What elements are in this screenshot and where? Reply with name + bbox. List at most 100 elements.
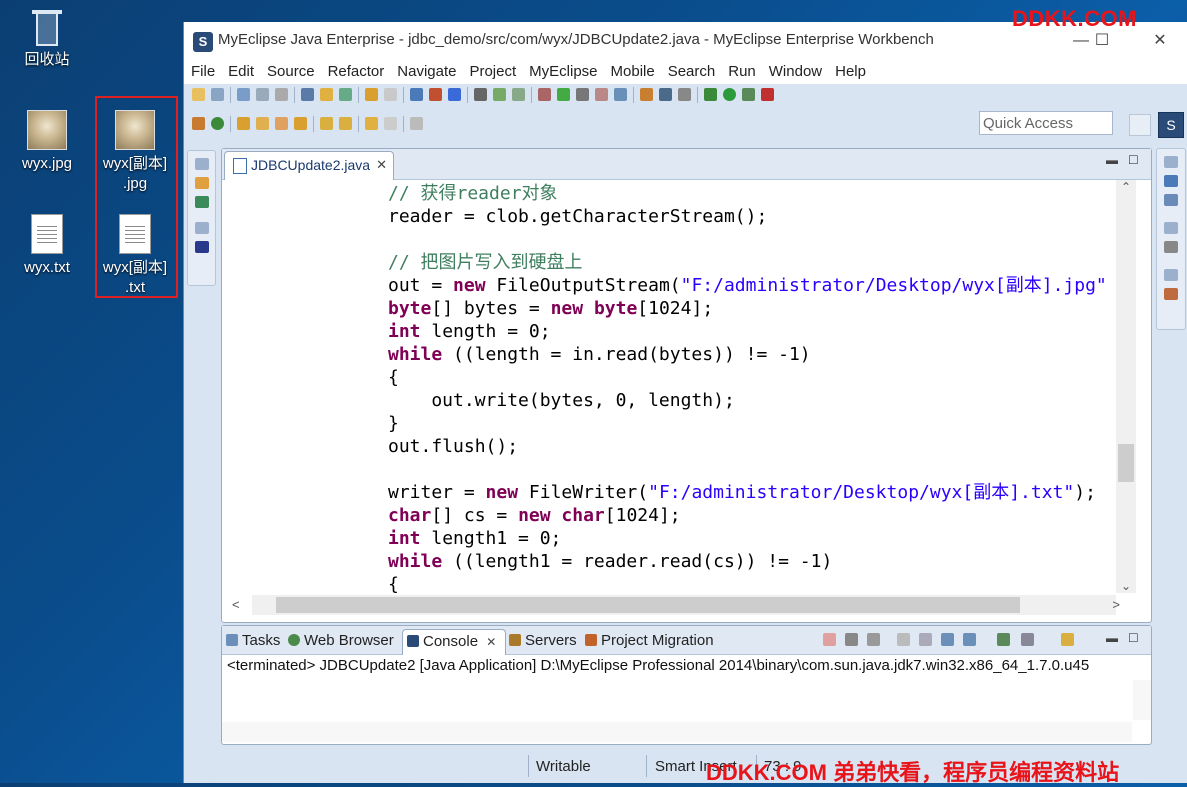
menu-edit[interactable]: Edit [221,60,260,84]
run-ext-icon[interactable] [742,88,755,101]
restore-icon[interactable] [1164,222,1178,234]
scroll-up-icon[interactable]: ⌃ [1116,180,1136,194]
terminate-icon[interactable] [823,633,836,646]
tab-jdbcupdate2[interactable]: JDBCUpdate2.java ✕ [224,151,394,180]
menu-refactor[interactable]: Refactor [321,60,391,84]
properties-icon[interactable] [1164,241,1178,253]
outline-icon[interactable] [1164,175,1178,187]
wizard-icon[interactable] [512,88,525,101]
maximize-button[interactable]: ☐ [1089,30,1115,52]
sync-icon[interactable] [614,88,627,101]
tab-project-migration[interactable]: Project Migration [585,629,714,654]
annotation-next-icon[interactable] [365,88,378,101]
tab-close-icon[interactable]: ✕ [376,152,387,178]
desktop-icon-recycle-bin[interactable]: 回收站 [7,8,87,70]
run-icon[interactable] [723,88,736,101]
horizontal-scrollbar[interactable]: < > [232,595,1120,615]
back-icon[interactable] [365,117,378,130]
menu-run[interactable]: Run [721,60,762,84]
desktop-icon-wyx-jpg[interactable]: wyx.jpg [7,110,87,174]
menu-myeclipse[interactable]: MyEclipse [522,60,603,84]
show-console-icon[interactable] [963,633,976,646]
menu-help[interactable]: Help [828,60,872,84]
word-wrap-icon[interactable] [941,633,954,646]
save-all-icon[interactable] [256,88,269,101]
menu-window[interactable]: Window [762,60,828,84]
web-icon[interactable] [659,88,672,101]
menu-navigate[interactable]: Navigate [390,60,462,84]
open-perspective-icon[interactable] [1129,114,1151,136]
open-resource-icon[interactable] [320,88,333,101]
menu-search[interactable]: Search [661,60,722,84]
scroll-lock-icon[interactable] [919,633,932,646]
folder-icon[interactable] [256,117,269,130]
remove-launch-icon[interactable] [845,633,858,646]
restore-icon[interactable] [194,158,209,170]
new-icon[interactable] [192,88,205,101]
tab-servers[interactable]: Servers [509,629,577,654]
console-horizontal-scrollbar[interactable] [222,722,1132,742]
maximize-view-icon[interactable]: ☐ [1128,631,1139,645]
globe-icon[interactable] [576,88,589,101]
console-vertical-scrollbar[interactable] [1133,680,1151,720]
image-icon[interactable] [640,88,653,101]
scroll-down-icon[interactable]: ⌄ [1116,579,1136,593]
vertical-scrollbar[interactable]: ⌃ ⌄ [1116,180,1136,593]
deploy-icon[interactable] [429,88,442,101]
menu-source[interactable]: Source [260,60,321,84]
refresh-icon[interactable] [211,117,224,130]
restore-icon[interactable] [1164,156,1178,168]
minimize-view-icon[interactable]: ▬ [1106,153,1118,167]
team-icon[interactable] [595,88,608,101]
tab-console[interactable]: Console ✕ [402,629,506,655]
code-area[interactable]: // 获得reader对象 reader = clob.getCharacterS… [222,180,1116,593]
tab-close-icon[interactable]: ✕ [486,635,496,649]
scroll-left-icon[interactable]: < [232,595,240,615]
prev-edit-icon[interactable] [339,117,352,130]
package-explorer-icon[interactable] [194,177,209,189]
myeclipse-perspective-icon[interactable]: S [1158,112,1184,138]
camera-icon[interactable] [678,88,691,101]
forward-icon[interactable] [384,117,397,130]
image-preview-icon[interactable] [194,241,209,253]
remove-all-icon[interactable] [867,633,880,646]
restore-icon[interactable] [1164,269,1178,281]
new-dropdown-icon[interactable] [211,88,224,101]
restore-icon[interactable] [194,222,209,234]
annotation-prev-icon[interactable] [384,88,397,101]
close-button[interactable]: ✕ [1147,30,1173,52]
menu-file[interactable]: File [184,60,221,84]
pin-console-icon[interactable] [997,633,1010,646]
tab-web-browser[interactable]: Web Browser [288,629,394,654]
scroll-right-icon[interactable]: > [1112,595,1120,615]
hierarchy-icon[interactable] [194,196,209,208]
pin-icon[interactable] [410,117,423,130]
desktop-icon-wyx-txt[interactable]: wyx.txt [7,214,87,278]
resource-icon[interactable] [294,117,307,130]
search-icon[interactable] [410,88,423,101]
quick-access-input[interactable]: Quick Access [979,111,1113,135]
open-console-icon[interactable] [1061,633,1074,646]
open-type-icon[interactable] [301,88,314,101]
package-icon[interactable] [448,88,461,101]
scroll-thumb[interactable] [276,597,1020,613]
print-icon[interactable] [275,88,288,101]
tab-tasks[interactable]: Tasks [226,629,280,654]
next-edit-icon[interactable] [320,117,333,130]
stop-icon[interactable] [761,88,774,101]
clear-console-icon[interactable] [897,633,910,646]
report-icon[interactable] [557,88,570,101]
save-icon[interactable] [237,88,250,101]
display-console-icon[interactable] [1021,633,1034,646]
maximize-view-icon[interactable]: ☐ [1128,153,1139,167]
db-icon[interactable] [538,88,551,101]
folder-open-icon[interactable] [237,117,250,130]
tool-icon[interactable] [493,88,506,101]
menu-mobile[interactable]: Mobile [604,60,661,84]
debug-icon[interactable] [704,88,717,101]
server-icon[interactable] [474,88,487,101]
open-type-hierarchy-icon[interactable] [192,117,205,130]
build-icon[interactable] [339,88,352,101]
minimize-view-icon[interactable]: ▬ [1106,631,1118,645]
structure-icon[interactable] [1164,194,1178,206]
